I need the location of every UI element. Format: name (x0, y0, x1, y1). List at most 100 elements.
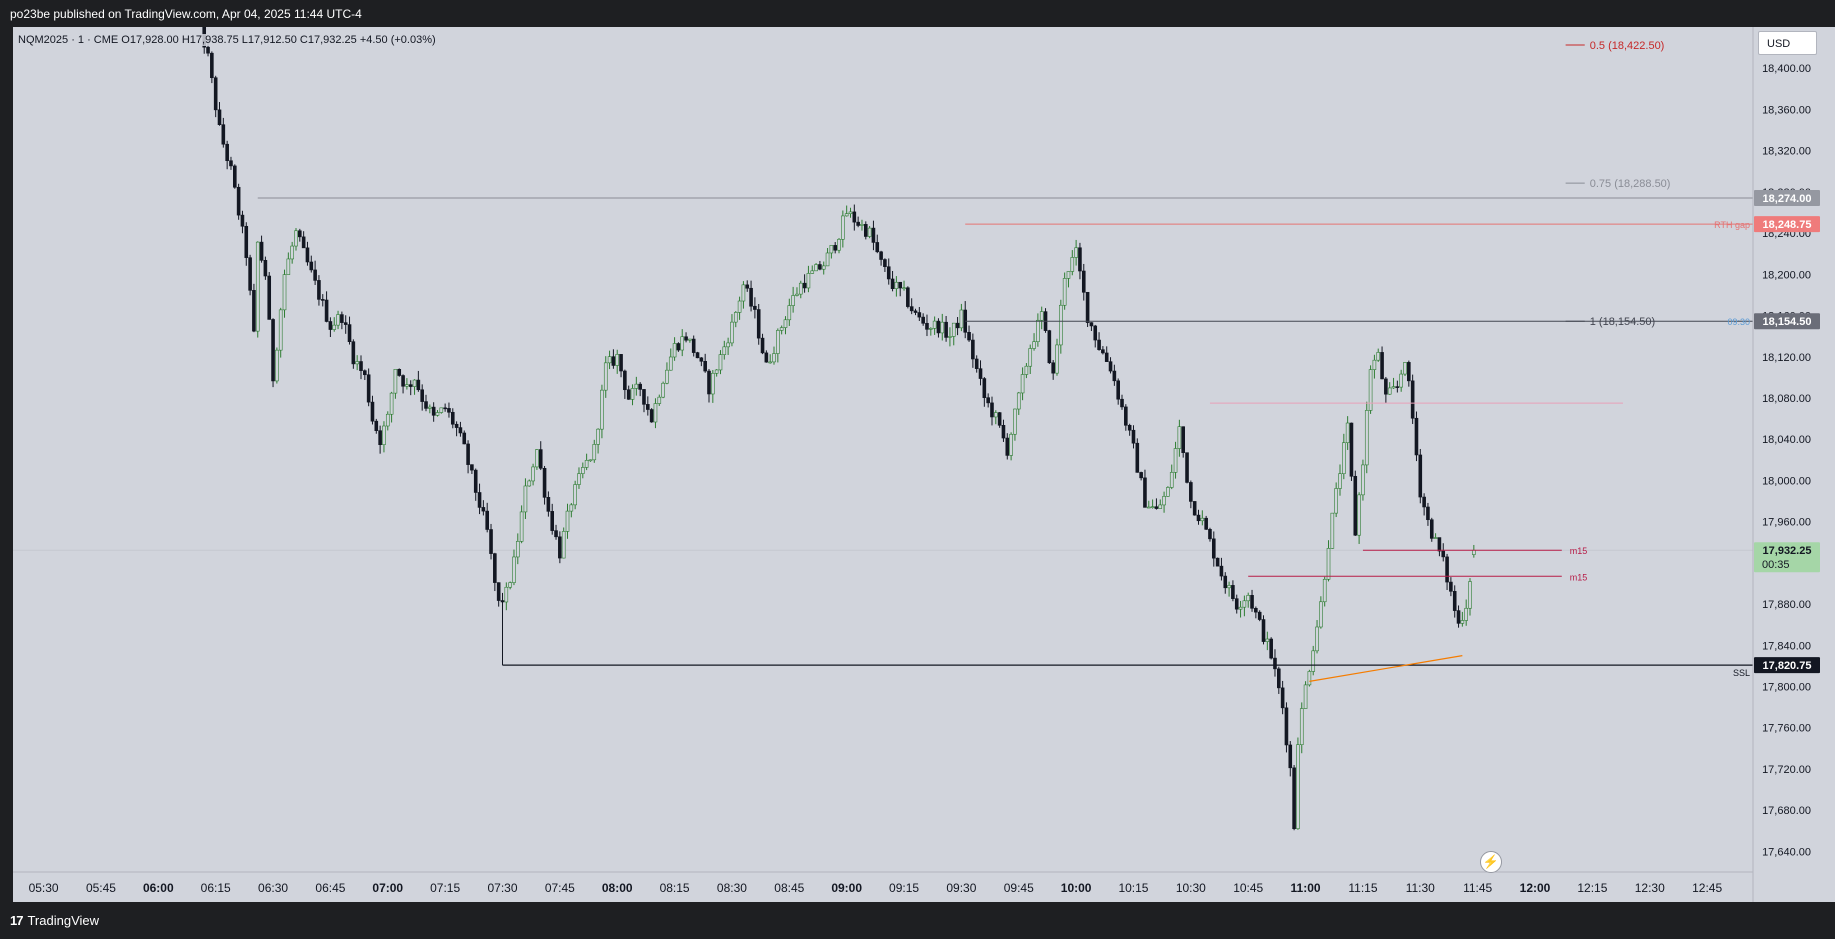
candle-body (688, 338, 692, 341)
lightning-icon[interactable]: ⚡ (1480, 851, 1502, 873)
candle-body (581, 467, 585, 474)
x-tick-label: 12:00 (1520, 881, 1551, 895)
candle-body (978, 368, 983, 379)
candle-body (1185, 452, 1189, 483)
candle-body (347, 324, 352, 342)
candle-body (1433, 537, 1438, 539)
candle-body (244, 225, 249, 258)
candle-body (1219, 565, 1224, 577)
candle-body (898, 281, 903, 289)
candle-body (929, 328, 933, 330)
candle-body (1154, 506, 1159, 509)
candle-body (1112, 370, 1117, 382)
candle-body (1150, 506, 1155, 508)
candle-body (573, 484, 577, 506)
candle-body (1215, 557, 1220, 567)
x-tick-label: 08:30 (717, 881, 747, 895)
candle-body (1032, 341, 1036, 349)
candle-body (1169, 472, 1174, 488)
candlestick-chart[interactable]: 18,400.0018,360.0018,320.0018,280.0018,2… (0, 0, 1835, 902)
x-tick-label: 08:15 (660, 881, 690, 895)
candle-body (1208, 529, 1212, 540)
candle-body (1250, 595, 1254, 609)
x-tick-label: 12:45 (1692, 881, 1722, 895)
candle-body (944, 321, 948, 338)
candle-body (431, 406, 436, 416)
candle-body (233, 165, 237, 188)
candle-body (382, 425, 386, 445)
candle-body (225, 143, 229, 162)
candle-body (1437, 537, 1442, 552)
candle-body (600, 389, 604, 430)
candle-body (385, 413, 390, 427)
candle-body (772, 353, 776, 363)
candle-body (802, 282, 807, 289)
candle-body (821, 265, 826, 270)
candle-body (577, 473, 581, 485)
candle-body (1059, 304, 1063, 346)
candle-body (841, 215, 845, 240)
candle-body (1078, 247, 1082, 272)
candle-body (684, 336, 688, 341)
x-tick-label: 10:30 (1176, 881, 1206, 895)
candle-body (1124, 406, 1128, 426)
candle-body (561, 531, 566, 559)
candle-body (714, 369, 719, 374)
candle-body (1280, 687, 1285, 709)
candle-body (1315, 626, 1319, 652)
y-tick-label: 18,200.00 (1762, 269, 1811, 281)
candle-body (886, 266, 891, 280)
candle-body (1342, 442, 1346, 475)
candle-body (481, 507, 486, 512)
currency-selector[interactable]: USD (1758, 31, 1817, 55)
candle-body (718, 354, 723, 371)
candle-body (1158, 504, 1163, 509)
y-tick-label: 17,800.00 (1762, 682, 1811, 694)
candle-body (1047, 330, 1052, 364)
candle-body (584, 460, 589, 468)
candle-body (359, 361, 363, 371)
candle-body (1353, 475, 1358, 536)
x-tick-label: 06:30 (258, 881, 288, 895)
candle-body (1452, 591, 1457, 611)
candle-body (1189, 482, 1193, 502)
candle-body (806, 273, 811, 289)
candle-body (1211, 538, 1216, 559)
candle-body (500, 600, 505, 603)
tradingview-brand[interactable]: 17 TradingView (10, 913, 99, 928)
candle-body (798, 282, 803, 295)
candle-body (199, 9, 202, 20)
candle-body (596, 428, 600, 445)
candle-body (818, 264, 822, 270)
candle-body (206, 46, 210, 54)
candle-body (496, 582, 501, 601)
candle-body (711, 372, 715, 395)
candle-body (1104, 352, 1109, 362)
candle-body (837, 238, 841, 251)
plot-layer (13, 9, 1753, 831)
y-tick-label: 17,720.00 (1762, 764, 1811, 776)
candle-body (363, 370, 367, 376)
tradingview-logo-icon: 17 (10, 913, 24, 928)
price-badge-text: 18,248.75 (1763, 219, 1812, 231)
x-tick-label: 10:00 (1061, 881, 1092, 895)
candle-body (240, 214, 245, 227)
candle-body (1334, 488, 1338, 514)
candle-body (626, 389, 631, 400)
candle-body (779, 327, 784, 331)
candle-body (1173, 448, 1178, 473)
candle-body (1273, 657, 1277, 670)
y-tick-label: 17,960.00 (1762, 517, 1811, 529)
candle-body (764, 352, 769, 363)
candle-body (588, 459, 593, 462)
candle-body (508, 582, 512, 588)
candle-body (825, 252, 830, 267)
candle-body (787, 305, 792, 321)
candle-body (538, 449, 543, 469)
candle-body (435, 412, 440, 416)
candle-body (661, 382, 665, 398)
x-tick-label: 05:45 (86, 881, 116, 895)
candle-body (722, 346, 727, 355)
candle-body (535, 449, 539, 468)
candle-body (1081, 270, 1086, 293)
